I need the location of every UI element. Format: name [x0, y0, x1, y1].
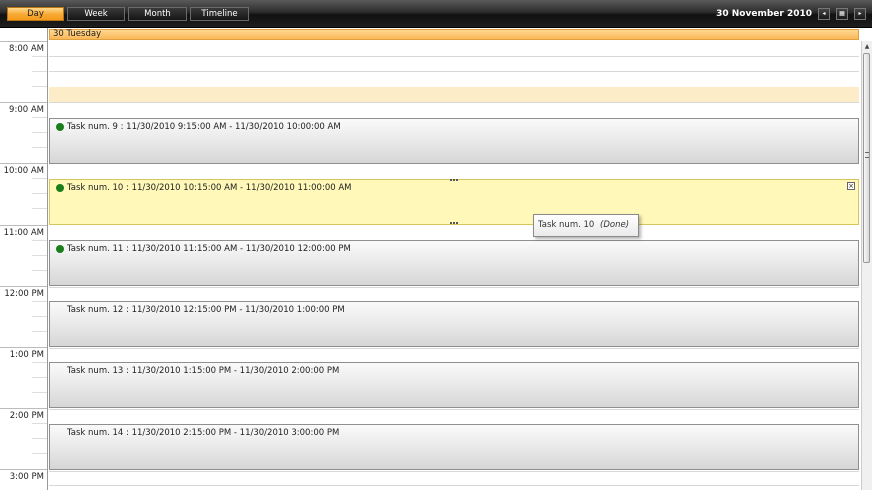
calendar-icon: ▦ — [839, 10, 845, 17]
grip-icon — [865, 152, 869, 158]
scroll-up-button[interactable]: ▲ — [862, 41, 872, 53]
appointment-text: Task num. 13 : 11/30/2010 1:15:00 PM - 1… — [67, 366, 340, 376]
day-grid[interactable]: Task num. 9 : 11/30/2010 9:15:00 AM - 11… — [49, 41, 859, 490]
next-day-button[interactable]: ▸ — [854, 8, 866, 20]
tick — [32, 438, 47, 439]
slot-line — [49, 287, 859, 288]
today-button[interactable]: ▦ — [836, 8, 848, 20]
close-icon: × — [848, 182, 854, 190]
hour-label: 8:00 AM — [9, 44, 44, 54]
hour-label: 9:00 AM — [9, 105, 44, 115]
week-view-button[interactable]: Week — [67, 7, 125, 21]
tick — [32, 86, 47, 87]
resize-handle-top[interactable] — [450, 179, 458, 184]
scroll-thumb[interactable] — [863, 53, 870, 263]
slot-line — [49, 102, 859, 103]
hour-line — [0, 347, 47, 348]
highlighted-slot[interactable] — [49, 87, 859, 102]
chevron-right-icon: ▸ — [858, 10, 862, 17]
hour-line — [0, 102, 47, 103]
slot-line — [49, 471, 859, 472]
slot-line — [49, 485, 859, 486]
hour-label: 10:00 AM — [3, 166, 44, 176]
hour-line — [0, 41, 47, 42]
chevron-left-icon: ◂ — [822, 10, 826, 17]
appointment-text: Task num. 12 : 11/30/2010 12:15:00 PM - … — [67, 305, 345, 315]
day-view-button[interactable]: Day — [7, 7, 64, 21]
hour-line — [0, 408, 47, 409]
appointment-text: Task num. 14 : 11/30/2010 2:15:00 PM - 1… — [67, 428, 340, 438]
tick — [32, 392, 47, 393]
hour-label: 12:00 PM — [4, 289, 44, 299]
hour-label: 1:00 PM — [9, 350, 44, 360]
delete-appointment-button[interactable]: × — [847, 182, 855, 190]
tick — [32, 208, 47, 209]
tick — [32, 240, 47, 241]
hour-label: 11:00 AM — [3, 228, 44, 238]
done-status-icon — [56, 123, 64, 131]
appointment-selected[interactable]: Task num. 10 : 11/30/2010 10:15:00 AM - … — [49, 179, 859, 225]
tick — [32, 117, 47, 118]
current-date-label: 30 November 2010 — [716, 9, 812, 19]
appointment[interactable]: Task num. 12 : 11/30/2010 12:15:00 PM - … — [49, 301, 859, 347]
tick — [32, 362, 47, 363]
hour-line — [0, 225, 47, 226]
tick — [32, 132, 47, 133]
appointment-text: Task num. 10 : 11/30/2010 10:15:00 AM - … — [67, 183, 352, 193]
tick — [32, 255, 47, 256]
tick — [32, 423, 47, 424]
tick — [32, 453, 47, 454]
slot-line — [49, 409, 859, 410]
resize-handle-bottom[interactable] — [450, 222, 458, 227]
slot-line — [49, 348, 859, 349]
appointment[interactable]: Task num. 13 : 11/30/2010 1:15:00 PM - 1… — [49, 362, 859, 408]
arrow-up-icon: ▲ — [864, 43, 870, 50]
hour-label: 3:00 PM — [9, 472, 44, 482]
tick — [32, 270, 47, 271]
tick — [32, 316, 47, 317]
tick — [32, 193, 47, 194]
appointment-text: Task num. 11 : 11/30/2010 11:15:00 AM - … — [67, 244, 351, 254]
tick — [32, 331, 47, 332]
hour-line — [0, 286, 47, 287]
toolbar: Day Week Month Timeline 30 November 2010… — [0, 0, 872, 28]
appointment[interactable]: Task num. 14 : 11/30/2010 2:15:00 PM - 1… — [49, 424, 859, 470]
tooltip-title: Task num. 10 — [538, 220, 595, 230]
hour-line — [0, 163, 47, 164]
hour-line — [0, 469, 47, 470]
done-status-icon — [56, 245, 64, 253]
hour-label: 2:00 PM — [9, 411, 44, 421]
appointment[interactable]: Task num. 9 : 11/30/2010 9:15:00 AM - 11… — [49, 118, 859, 164]
tick — [32, 178, 47, 179]
day-header[interactable]: 30 Tuesday — [49, 29, 859, 40]
tooltip-status: (Done) — [600, 220, 630, 230]
appointment[interactable]: Task num. 11 : 11/30/2010 11:15:00 AM - … — [49, 240, 859, 286]
month-view-button[interactable]: Month — [128, 7, 187, 21]
timeline-view-button[interactable]: Timeline — [190, 7, 249, 21]
appointment-tooltip: Task num. 10 (Done) — [533, 214, 639, 237]
done-status-icon — [56, 184, 64, 192]
tick — [32, 71, 47, 72]
vertical-scrollbar[interactable]: ▲ — [861, 41, 872, 490]
time-ruler: 8:00 AM 9:00 AM 10:00 AM 11:00 AM 12:00 … — [0, 28, 48, 490]
slot-line — [49, 56, 859, 57]
tick — [32, 147, 47, 148]
appointment-text: Task num. 9 : 11/30/2010 9:15:00 AM - 11… — [67, 122, 341, 132]
tick — [32, 377, 47, 378]
prev-day-button[interactable]: ◂ — [818, 8, 830, 20]
tick — [32, 301, 47, 302]
tick — [32, 56, 47, 57]
slot-line — [49, 71, 859, 72]
